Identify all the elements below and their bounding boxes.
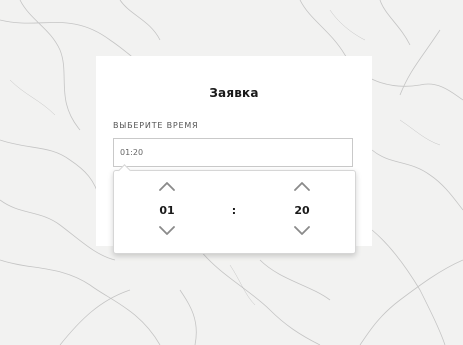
chevron-down-icon (159, 226, 175, 235)
chevron-up-icon (294, 182, 310, 191)
minutes-increment-button[interactable] (292, 179, 312, 193)
chevron-up-icon (159, 182, 175, 191)
minutes-value[interactable]: 20 (282, 204, 322, 217)
hours-increment-button[interactable] (157, 179, 177, 193)
time-picker-dropdown: 01 : 20 (113, 164, 356, 254)
hours-column: 01 (147, 171, 187, 253)
minutes-decrement-button[interactable] (292, 224, 312, 238)
chevron-down-icon (294, 226, 310, 235)
hours-value[interactable]: 01 (147, 204, 187, 217)
minutes-column: 20 (282, 171, 322, 253)
hours-decrement-button[interactable] (157, 224, 177, 238)
time-input[interactable] (113, 138, 353, 167)
time-field-label: ВЫБЕРИТЕ ВРЕМЯ (113, 121, 199, 130)
time-separator: : (231, 204, 237, 217)
form-title: Заявка (209, 86, 259, 100)
